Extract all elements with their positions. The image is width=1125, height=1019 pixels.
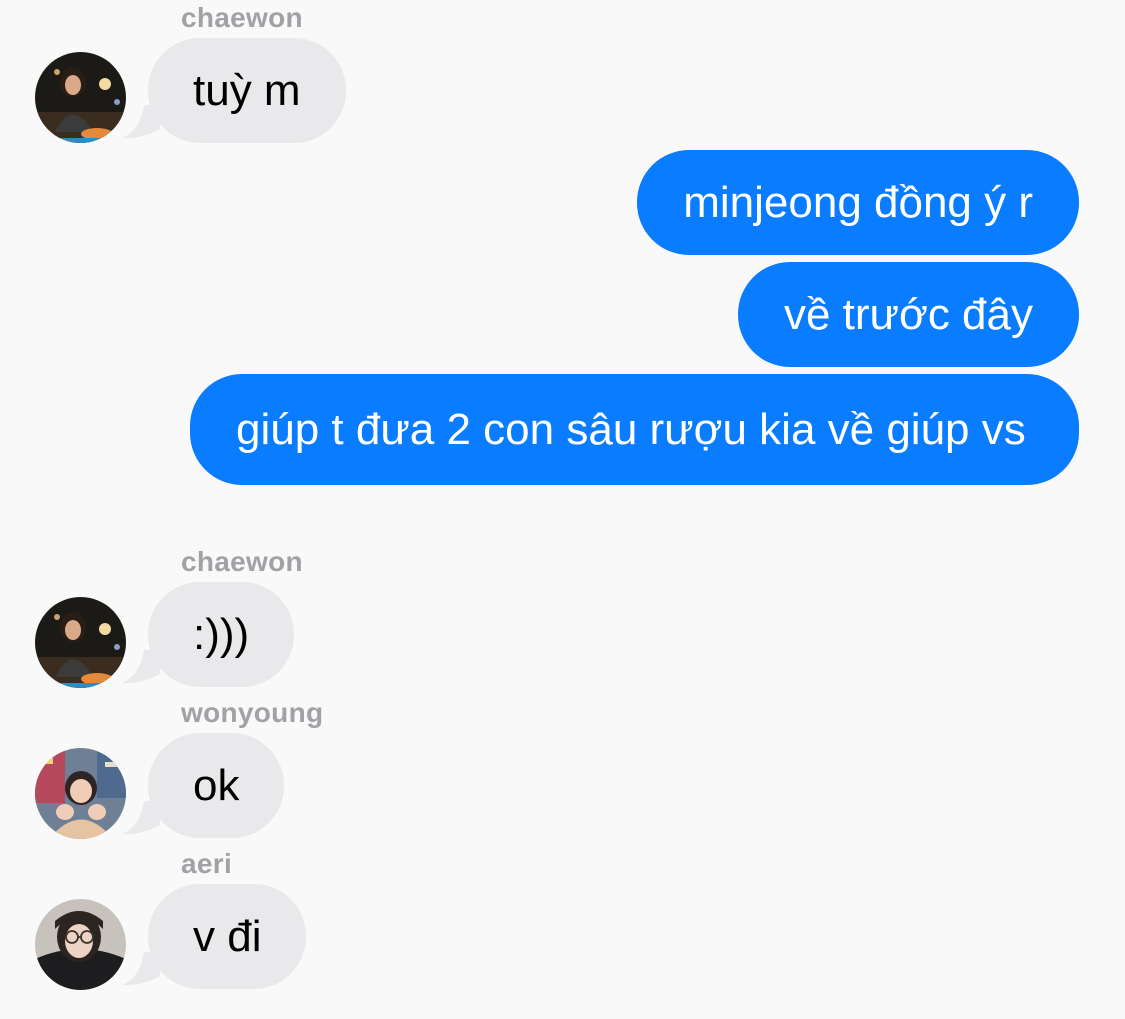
- outgoing-message-bubble[interactable]: minjeong đồng ý r: [637, 150, 1079, 255]
- sender-name: chaewon: [181, 2, 303, 33]
- sender-name: chaewon: [181, 546, 303, 577]
- sender-name: aeri: [181, 848, 233, 879]
- incoming-message-bubble[interactable]: v đi: [148, 884, 307, 989]
- aeri-avatar[interactable]: [35, 899, 126, 990]
- outgoing-message-bubble[interactable]: giúp t đưa 2 con sâu rượu kia về giúp vs: [190, 374, 1079, 485]
- chaewon-avatar[interactable]: [35, 52, 126, 143]
- incoming-message-bubble[interactable]: tuỳ m: [148, 38, 346, 143]
- incoming-message-bubble[interactable]: ok: [148, 733, 285, 838]
- outgoing-message-bubble[interactable]: về trước đây: [737, 262, 1079, 367]
- chaewon-avatar[interactable]: [35, 597, 126, 688]
- wonyoung-avatar[interactable]: [35, 748, 126, 839]
- sender-name: wonyoung: [181, 697, 324, 728]
- incoming-message-bubble[interactable]: :))): [148, 582, 295, 687]
